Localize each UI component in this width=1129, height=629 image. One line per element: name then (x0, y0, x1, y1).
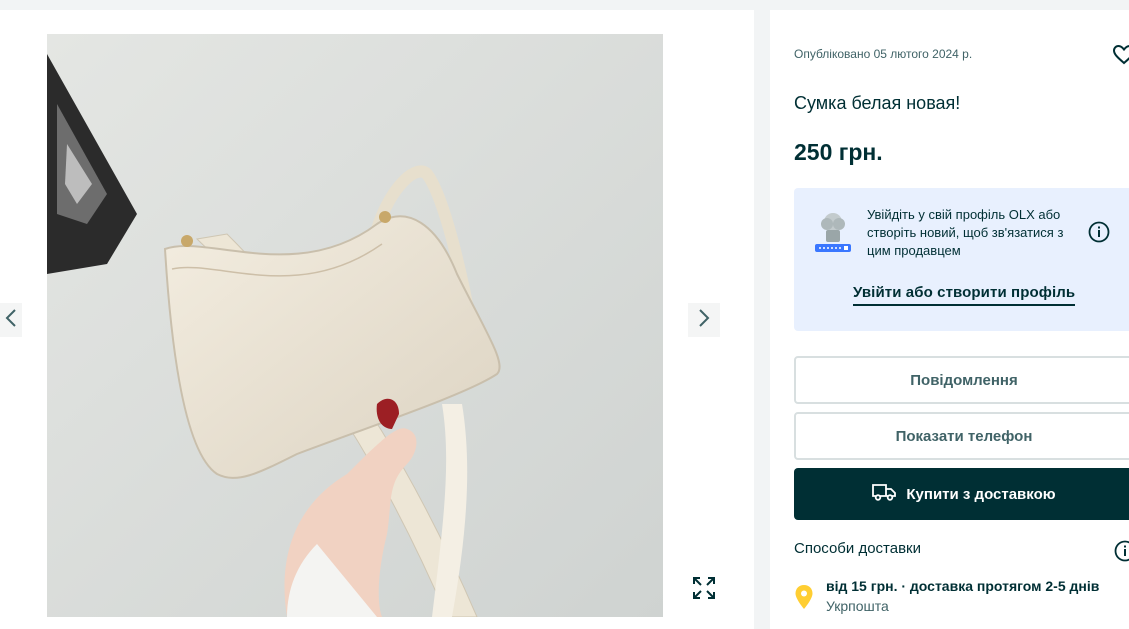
chevron-right-icon (698, 308, 710, 333)
show-phone-button[interactable]: Показати телефон (794, 412, 1129, 460)
login-prompt-text: Увійдіть у свій профіль OLX або створіть… (867, 207, 1064, 258)
message-button-label: Повідомлення (910, 371, 1018, 389)
product-photo[interactable] (47, 34, 663, 617)
prev-photo-button[interactable] (0, 303, 22, 337)
info-icon[interactable] (1088, 221, 1110, 248)
show-phone-button-label: Показати телефон (895, 427, 1033, 445)
profile-login-icon (814, 210, 852, 259)
gallery-panel (0, 10, 754, 629)
delivery-heading: Способи доставки (794, 540, 921, 557)
heart-icon (1112, 44, 1129, 69)
delivery-info-icon[interactable] (1114, 540, 1129, 567)
listing-price: 250 грн. (794, 139, 883, 165)
login-link[interactable]: Увійти або створити профіль (853, 284, 1076, 306)
fullscreen-button[interactable] (688, 574, 720, 606)
delivery-carrier: Укрпошта (826, 598, 889, 614)
posted-date: Опубліковано 05 лютого 2024 р. (794, 47, 973, 61)
delivery-price-time: від 15 грн. · доставка протягом 2-5 днів (826, 578, 1100, 594)
expand-icon (692, 576, 716, 605)
message-button[interactable]: Повідомлення (794, 356, 1129, 404)
listing-details-panel: Опубліковано 05 лютого 2024 р. Сумка бел… (770, 10, 1129, 629)
next-photo-button[interactable] (688, 303, 720, 337)
truck-icon (872, 483, 897, 505)
chevron-left-icon (5, 308, 17, 333)
listing-title: Сумка белая новая! (794, 93, 961, 113)
buy-with-delivery-button[interactable]: Купити з доставкою (794, 468, 1129, 520)
buy-button-label: Купити з доставкою (906, 485, 1056, 503)
favorite-button[interactable] (1112, 44, 1129, 70)
login-prompt: Увійдіть у свій профіль OLX або створіть… (794, 188, 1129, 331)
location-pin-icon (794, 584, 814, 615)
